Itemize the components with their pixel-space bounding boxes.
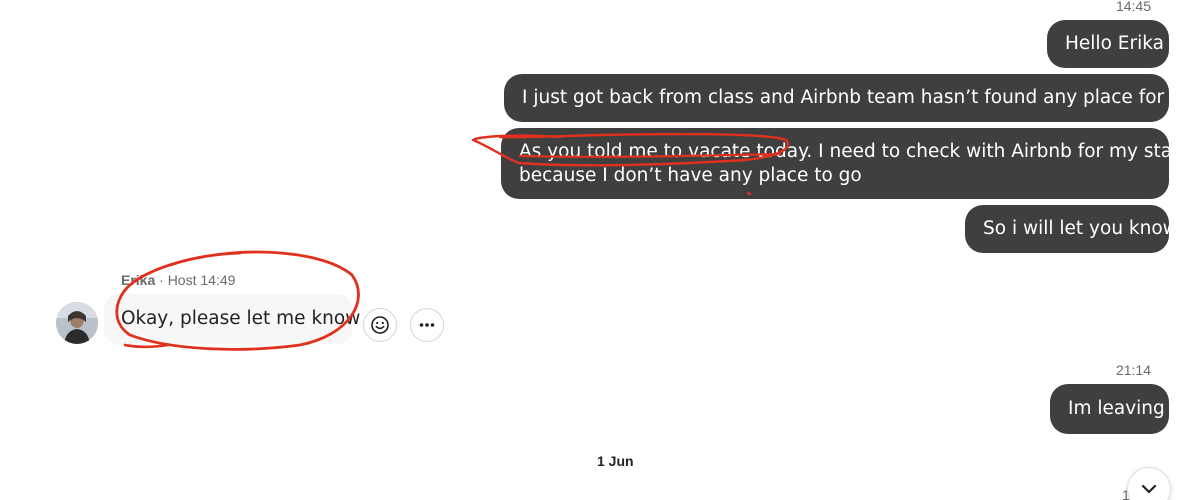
sender-time: 14:49 [200,272,236,288]
chevron-down-icon [1141,484,1157,494]
message-thread: 14:45 Hello Erika I just got back from c… [0,0,1200,500]
message-text-line: As you told me to vacate today. I need t… [519,141,1184,162]
more-options-button[interactable] [410,308,444,342]
incoming-message[interactable]: Okay, please let me know [104,294,360,344]
message-text: So i will let you know [983,218,1178,239]
host-avatar[interactable] [56,302,98,344]
scroll-to-bottom-button[interactable] [1127,467,1171,500]
sender-role: · Host [159,272,197,288]
date-separator: 1 Jun [597,453,634,469]
avatar-photo [56,302,98,344]
message-text: Okay, please let me know [121,308,361,329]
more-dots-icon [419,323,435,327]
message-timestamp: 21:14 [1115,362,1151,378]
outgoing-message[interactable]: As you told me to vacate today. I need t… [501,128,1184,199]
message-text: Hello Erika [1065,33,1164,54]
message-text: Im leaving [1068,398,1165,419]
outgoing-message[interactable]: Hello Erika [1047,20,1169,68]
react-button[interactable] [363,308,397,342]
annotation-underline-host-message [123,343,170,349]
smiley-icon [371,316,389,334]
message-text: I just got back from class and Airbnb te… [522,87,1200,108]
outgoing-message[interactable]: I just got back from class and Airbnb te… [504,74,1200,122]
message-timestamp: 14:45 [1115,0,1151,14]
sender-name: Erika [121,272,156,288]
message-text-line: because I don’t have any place to go [519,165,862,186]
sender-line: Erika · Host 14:49 [121,272,235,288]
outgoing-message[interactable]: Im leaving [1050,384,1169,434]
outgoing-message[interactable]: So i will let you know [965,205,1178,253]
